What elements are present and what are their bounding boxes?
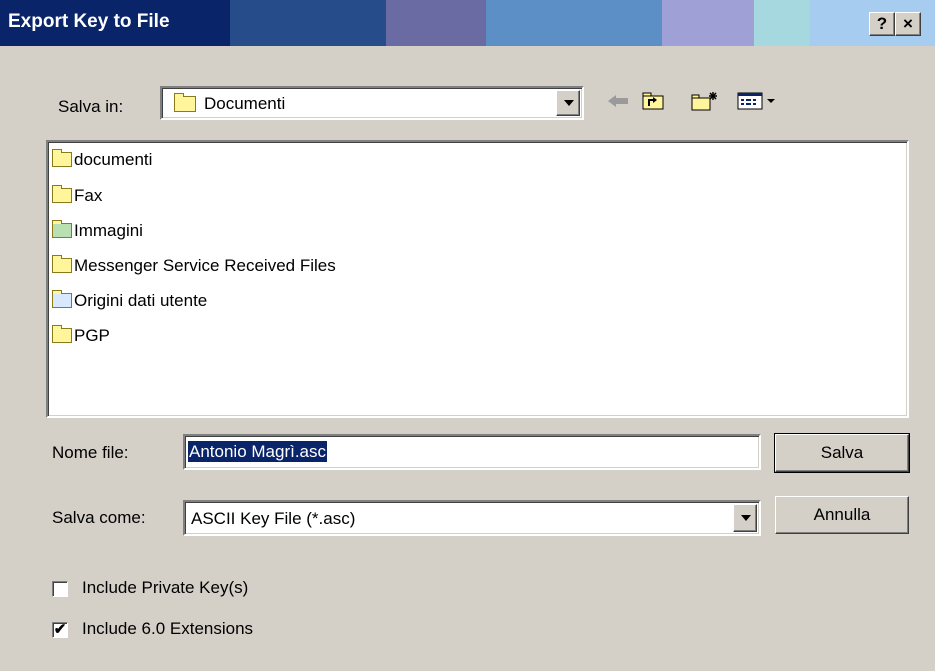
location-combobox[interactable]: Documenti: [160, 86, 584, 120]
folder-icon: [52, 185, 72, 203]
new-folder-icon[interactable]: [690, 91, 720, 113]
up-folder-icon[interactable]: [640, 91, 668, 113]
filetype-combobox[interactable]: ASCII Key File (*.asc): [183, 500, 761, 536]
filename-label: Nome file:: [52, 443, 129, 462]
filetype-value: ASCII Key File (*.asc): [191, 509, 356, 528]
data-sources-folder-icon: [52, 290, 72, 308]
filename-value: Antonio Magrì.asc: [188, 441, 328, 462]
window-title: Export Key to File: [8, 11, 170, 32]
list-item[interactable]: Messenger Service Received Files: [52, 254, 336, 278]
include-extensions-label: Include 6.0 Extensions: [82, 619, 254, 638]
checkmark-icon: ✔: [53, 621, 67, 638]
close-icon: ×: [903, 14, 913, 33]
include-private-keys-checkbox[interactable]: [52, 581, 68, 597]
include-private-keys-label: Include Private Key(s): [82, 578, 249, 597]
title-bar[interactable]: Export Key to File ? ×: [0, 0, 935, 46]
open-folder-icon: [174, 93, 198, 115]
list-item[interactable]: Origini dati utente: [52, 289, 207, 313]
back-arrow-icon[interactable]: [606, 91, 632, 113]
help-button[interactable]: ?: [869, 12, 895, 36]
folder-icon: [52, 255, 72, 273]
save-button[interactable]: Salva: [774, 433, 910, 473]
pictures-folder-icon: [52, 220, 72, 238]
filetype-label: Salva come:: [52, 508, 146, 527]
folder-icon: [52, 149, 72, 167]
list-item[interactable]: Fax: [52, 184, 102, 208]
list-item[interactable]: Immagini: [52, 219, 143, 243]
help-icon: ?: [876, 14, 888, 33]
cancel-button[interactable]: Annulla: [775, 496, 909, 534]
list-item[interactable]: PGP: [52, 324, 110, 348]
include-extensions-checkbox[interactable]: ✔: [52, 622, 68, 638]
filename-input[interactable]: Antonio Magrì.asc: [183, 434, 761, 470]
chevron-down-icon: [564, 100, 574, 106]
location-label: Salva in:: [58, 97, 124, 116]
close-button[interactable]: ×: [895, 12, 921, 36]
view-menu-icon[interactable]: [737, 91, 783, 113]
filetype-dropdown-button[interactable]: [733, 504, 757, 532]
location-value: Documenti: [204, 94, 286, 113]
chevron-down-icon: [741, 515, 751, 521]
list-item[interactable]: documenti: [52, 148, 152, 172]
folder-icon: [52, 325, 72, 343]
file-list[interactable]: documenti Fax Immagini Messenger Service…: [46, 140, 909, 418]
location-dropdown-button[interactable]: [556, 90, 580, 116]
